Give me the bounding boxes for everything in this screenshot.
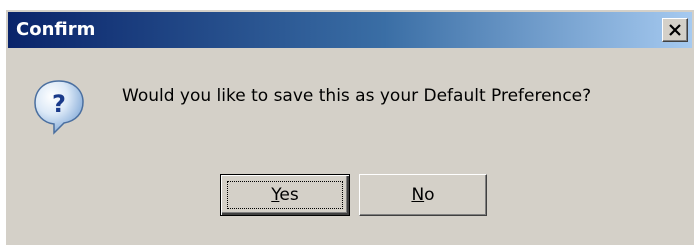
close-icon bbox=[669, 24, 681, 36]
confirm-dialog: Confirm ? Would you like to save this as… bbox=[4, 8, 694, 245]
no-button[interactable]: No bbox=[359, 174, 487, 216]
confirm-message: Would you like to save this as your Defa… bbox=[122, 86, 592, 106]
title-bar[interactable]: Confirm bbox=[6, 10, 694, 50]
svg-text:?: ? bbox=[52, 90, 66, 118]
window-title: Confirm bbox=[16, 19, 96, 40]
yes-button[interactable]: Yes bbox=[220, 174, 350, 216]
no-button-label: No bbox=[411, 185, 435, 205]
question-icon: ? bbox=[34, 80, 84, 135]
close-button[interactable] bbox=[662, 18, 688, 42]
focus-rectangle bbox=[227, 181, 343, 209]
